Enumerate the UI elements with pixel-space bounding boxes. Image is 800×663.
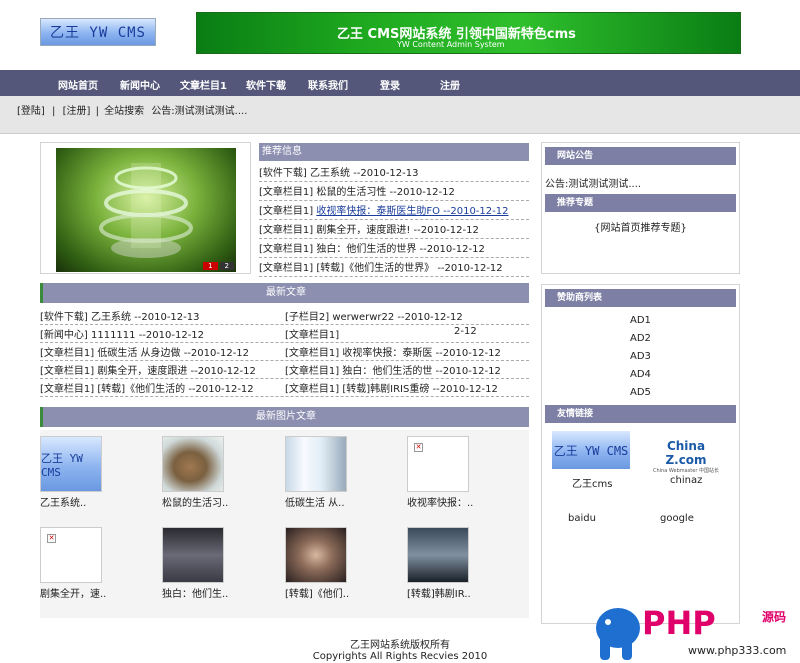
article-link[interactable]: [文章栏目1] 低碳生活 从身边做 --2010-12-12 xyxy=(40,344,249,359)
ad-slot[interactable]: AD4 xyxy=(630,369,651,380)
sponsor-header: 赞助商列表 xyxy=(545,289,736,307)
featured-item-link[interactable]: 收视率快报：泰斯医生助FO --2010-12-12 xyxy=(316,206,508,217)
featured-item[interactable]: [软件下载] 乙王系统 --2010-12-13 xyxy=(259,164,529,182)
photo-thumb[interactable] xyxy=(285,527,347,583)
notice-content: 公告:测试测试测试.... xyxy=(545,179,642,190)
photo-caption[interactable]: 收视率快报：.. xyxy=(407,494,473,509)
nav-news[interactable]: 新闻中心 xyxy=(120,77,160,92)
broken-image-placeholder[interactable]: ✕ xyxy=(407,436,469,492)
photo-caption[interactable]: 低碳生活 从.. xyxy=(285,494,345,509)
latest-articles-header: 最新文章 xyxy=(40,283,529,303)
friend-link[interactable]: google xyxy=(660,513,694,524)
photo-thumb[interactable] xyxy=(162,436,224,492)
ad-slot[interactable]: AD3 xyxy=(630,351,651,362)
featured-header: 推荐信息 xyxy=(259,143,529,161)
photo-caption[interactable]: 松鼠的生活习.. xyxy=(162,494,228,509)
login-link[interactable]: [登陆] xyxy=(17,106,45,117)
partner-logo-chinaz[interactable]: China Z.com China Webmaster 中国站长 xyxy=(646,431,726,474)
featured-item[interactable]: [文章栏目1] 独白：他们生活的世界 --2010-12-12 xyxy=(259,240,529,258)
featured-item[interactable]: [文章栏目1] [转载]《他们生活的世界》 --2010-12-12 xyxy=(259,259,529,277)
partner-logo-subtext: China Webmaster 中国站长 xyxy=(653,468,719,474)
separator: | xyxy=(95,106,99,117)
nav-contact[interactable]: 联系我们 xyxy=(308,77,348,92)
recommend-header: 推荐专题 xyxy=(545,194,736,212)
broken-image-placeholder[interactable]: ✕ xyxy=(40,527,102,583)
photo-caption[interactable]: [转载]韩剧IR.. xyxy=(407,585,471,600)
notice-text: 公告:测试测试测试.... xyxy=(151,106,248,117)
main-nav: 网站首页 新闻中心 文章栏目1 软件下载 联系我们 登录 注册 xyxy=(0,70,800,96)
article-link[interactable]: [文章栏目1] [转载]韩剧IRIS重磅 --2010-12-12 xyxy=(285,380,498,395)
thumb-logo-text: 乙王 YW CMS xyxy=(41,451,83,479)
links-header: 友情链接 xyxy=(545,405,736,423)
friend-link[interactable]: chinaz xyxy=(670,475,702,486)
friend-link[interactable]: 乙王cms xyxy=(572,475,612,490)
article-row: [软件下载] 乙王系统 --2010-12-13 [子栏目2] werwerwr… xyxy=(40,308,529,325)
broken-image-icon: ✕ xyxy=(47,534,56,543)
php333-watermark: PHP 源码 www.php333.com xyxy=(592,604,800,663)
photo-thumb[interactable] xyxy=(285,436,347,492)
banner-subtitle: YW Content Admin System xyxy=(397,40,505,49)
nav-register[interactable]: 注册 xyxy=(440,77,460,92)
site-logo[interactable]: 乙王 YW CMS xyxy=(40,18,156,46)
nav-downloads[interactable]: 软件下载 xyxy=(246,77,286,92)
watermark-php: PHP xyxy=(642,604,716,642)
article-link[interactable]: [文章栏目1] [转载]《他们生活的 --2010-12-12 xyxy=(40,380,254,395)
article-row: [文章栏目1] 低碳生活 从身边做 --2010-12-12 [文章栏目1] 收… xyxy=(40,344,529,361)
article-link[interactable]: [新闻中心] 1111111 --2010-12-12 xyxy=(40,326,204,341)
featured-item[interactable]: [文章栏目1] 剧集全开，速度跟进! --2010-12-12 xyxy=(259,221,529,239)
partner-logo-text: 乙王 YW CMS xyxy=(553,443,629,458)
partner-logo-yw[interactable]: 乙王 YW CMS xyxy=(552,431,630,469)
slide-1-button[interactable]: 1 xyxy=(203,262,218,270)
register-link[interactable]: [注册] xyxy=(63,106,91,117)
featured-item: [文章栏目1] 收视率快报：泰斯医生助FO --2010-12-12 xyxy=(259,202,529,220)
nav-login[interactable]: 登录 xyxy=(380,77,400,92)
slideshow-image[interactable]: 1 2 xyxy=(56,148,236,272)
photo-thumb[interactable] xyxy=(407,527,469,583)
broken-image-icon: ✕ xyxy=(414,443,423,452)
logo-text: 乙王 YW CMS xyxy=(49,25,146,41)
ad-slot[interactable]: AD1 xyxy=(630,315,651,326)
separator: | xyxy=(52,106,56,117)
nav-home[interactable]: 网站首页 xyxy=(58,77,98,92)
article-link[interactable]: [文章栏目1] xyxy=(285,326,339,341)
user-bar: [登陆] | [注册] | 全站搜索 公告:测试测试测试.... xyxy=(0,96,800,134)
photo-thumb[interactable]: 乙王 YW CMS xyxy=(40,436,102,492)
article-link[interactable]: [文章栏目1] 剧集全开，速度跟进 --2010-12-12 xyxy=(40,362,256,377)
article-link[interactable]: [文章栏目1] 独白：他们生活的世 --2010-12-12 xyxy=(285,362,501,377)
photo-caption[interactable]: 乙王系统.. xyxy=(40,494,86,509)
featured-item-category: [文章栏目1] xyxy=(259,206,317,217)
article-link[interactable]: [软件下载] 乙王系统 --2010-12-13 xyxy=(40,308,200,323)
latest-photos-header: 最新图片文章 xyxy=(40,407,529,427)
site-search-link[interactable]: 全站搜索 xyxy=(104,106,144,117)
ad-slot[interactable]: AD2 xyxy=(630,333,651,344)
notice-header: 网站公告 xyxy=(545,147,736,165)
article-date: 2-12 xyxy=(454,326,477,337)
article-row: [文章栏目1] 剧集全开，速度跟进 --2010-12-12 [文章栏目1] 独… xyxy=(40,362,529,379)
featured-item[interactable]: [文章栏目1] 松鼠的生活习性 --2010-12-12 xyxy=(259,183,529,201)
partner-logo-text: China Z.com xyxy=(665,439,707,467)
slide-2-button[interactable]: 2 xyxy=(219,262,234,270)
spiral-graphic xyxy=(99,163,193,258)
sidebar-notice-box: 网站公告 公告:测试测试测试.... 推荐专题 {网站首页推荐专题} xyxy=(541,142,740,274)
photo-caption[interactable]: 独白：他们生.. xyxy=(162,585,228,600)
article-row: [文章栏目1] [转载]《他们生活的 --2010-12-12 [文章栏目1] … xyxy=(40,380,529,397)
watermark-url: www.php333.com xyxy=(688,644,787,657)
featured-slideshow: 1 2 xyxy=(40,142,251,274)
sidebar-links-box: 赞助商列表 AD1 AD2 AD3 AD4 AD5 友情链接 乙王 YW CMS… xyxy=(541,284,740,624)
elephant-icon xyxy=(596,608,640,660)
recommend-content: {网站首页推荐专题} xyxy=(594,223,687,234)
header-banner: 乙王 CMS网站系统 引领中国新特色cms YW Content Admin S… xyxy=(196,12,741,54)
featured-header-title: 推荐信息 xyxy=(262,146,302,157)
article-link[interactable]: [子栏目2] werwerwr22 --2010-12-12 xyxy=(285,308,463,323)
photo-caption[interactable]: [转载]《他们.. xyxy=(285,585,349,600)
article-link[interactable]: [文章栏目1] 收视率快报：泰斯医 --2010-12-12 xyxy=(285,344,501,359)
ad-slot[interactable]: AD5 xyxy=(630,387,651,398)
watermark-yuan: 源码 xyxy=(762,610,787,624)
photo-thumb[interactable] xyxy=(162,527,224,583)
article-row: [新闻中心] 1111111 --2010-12-12 [文章栏目1] 2-12 xyxy=(40,326,529,343)
friend-link[interactable]: baidu xyxy=(568,513,596,524)
photo-caption[interactable]: 剧集全开，速.. xyxy=(40,585,106,600)
nav-articles[interactable]: 文章栏目1 xyxy=(180,77,227,92)
